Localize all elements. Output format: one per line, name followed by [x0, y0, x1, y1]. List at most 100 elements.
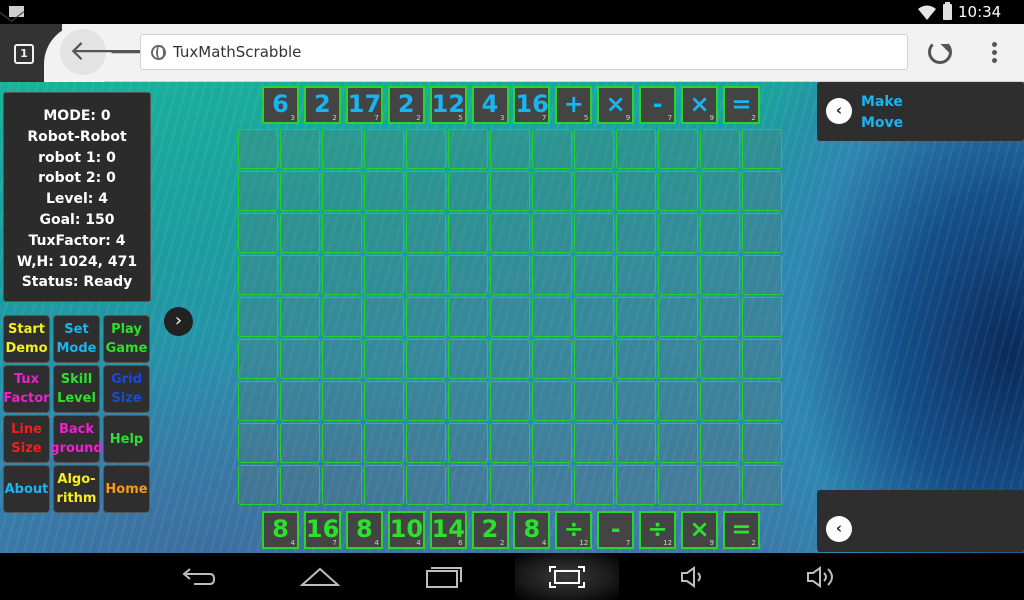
- board-cell[interactable]: [364, 339, 404, 379]
- board-cell[interactable]: [616, 255, 656, 295]
- board-cell[interactable]: [532, 171, 572, 211]
- board-cell[interactable]: [280, 255, 320, 295]
- board-cell[interactable]: [616, 171, 656, 211]
- board-cell[interactable]: [574, 465, 614, 505]
- board-cell[interactable]: [322, 129, 362, 169]
- board-cell[interactable]: [700, 381, 740, 421]
- tile[interactable]: =2: [723, 511, 760, 549]
- board-cell[interactable]: [742, 423, 782, 463]
- board-cell[interactable]: [574, 129, 614, 169]
- board-cell[interactable]: [280, 129, 320, 169]
- control-button-line-size[interactable]: Line Size: [3, 415, 50, 463]
- board-cell[interactable]: [448, 129, 488, 169]
- board-cell[interactable]: [532, 381, 572, 421]
- back-icon[interactable]: [180, 565, 216, 589]
- board-cell[interactable]: [406, 297, 446, 337]
- board-cell[interactable]: [238, 255, 278, 295]
- board-cell[interactable]: [364, 297, 404, 337]
- board-cell[interactable]: [406, 339, 446, 379]
- board-cell[interactable]: [448, 465, 488, 505]
- board-cell[interactable]: [448, 171, 488, 211]
- board-cell[interactable]: [406, 129, 446, 169]
- board-cell[interactable]: [742, 129, 782, 169]
- board-cell[interactable]: [364, 423, 404, 463]
- tile[interactable]: ×9: [681, 511, 718, 549]
- board-cell[interactable]: [742, 297, 782, 337]
- board-cell[interactable]: [448, 423, 488, 463]
- board-cell[interactable]: [658, 339, 698, 379]
- board-cell[interactable]: [658, 129, 698, 169]
- board-cell[interactable]: [574, 423, 614, 463]
- board-cell[interactable]: [364, 381, 404, 421]
- board-cell[interactable]: [238, 339, 278, 379]
- board-cell[interactable]: [238, 297, 278, 337]
- volume-up-icon[interactable]: [806, 565, 838, 589]
- board-cell[interactable]: [532, 465, 572, 505]
- board-cell[interactable]: [616, 213, 656, 253]
- board-cell[interactable]: [532, 255, 572, 295]
- board-cell[interactable]: [448, 255, 488, 295]
- control-button-about[interactable]: About: [3, 465, 50, 513]
- board-cell[interactable]: [658, 465, 698, 505]
- board-cell[interactable]: [406, 465, 446, 505]
- board-cell[interactable]: [406, 213, 446, 253]
- board-cell[interactable]: [280, 423, 320, 463]
- board-cell[interactable]: [322, 339, 362, 379]
- board-cell[interactable]: [280, 465, 320, 505]
- make-move-button[interactable]: Make Move: [861, 92, 903, 134]
- board-cell[interactable]: [532, 129, 572, 169]
- board-cell[interactable]: [574, 381, 614, 421]
- tile[interactable]: ×9: [597, 86, 634, 124]
- board-cell[interactable]: [574, 297, 614, 337]
- board-cell[interactable]: [742, 213, 782, 253]
- board-cell[interactable]: [364, 213, 404, 253]
- tile[interactable]: -7: [639, 86, 676, 124]
- board-cell[interactable]: [574, 339, 614, 379]
- tile[interactable]: 84: [513, 511, 550, 549]
- board-cell[interactable]: [406, 171, 446, 211]
- tile[interactable]: 167: [304, 511, 341, 549]
- tile[interactable]: 146: [430, 511, 467, 549]
- board-cell[interactable]: [616, 339, 656, 379]
- board-cell[interactable]: [406, 381, 446, 421]
- board-cell[interactable]: [280, 213, 320, 253]
- collapse-arrow-icon[interactable]: ‹: [826, 516, 852, 542]
- board-cell[interactable]: [700, 171, 740, 211]
- tile[interactable]: -7: [597, 511, 634, 549]
- board-cell[interactable]: [280, 297, 320, 337]
- reload-icon[interactable]: [928, 40, 952, 64]
- board-cell[interactable]: [616, 129, 656, 169]
- board-cell[interactable]: [364, 465, 404, 505]
- control-button-set-mode[interactable]: Set Mode: [53, 315, 100, 363]
- game-board[interactable]: [238, 129, 784, 505]
- control-button-algo-rithm[interactable]: Algo- rithm: [53, 465, 100, 513]
- board-cell[interactable]: [742, 339, 782, 379]
- tile[interactable]: 84: [346, 511, 383, 549]
- control-button-tux-factor[interactable]: Tux Factor: [3, 365, 50, 413]
- board-cell[interactable]: [616, 465, 656, 505]
- board-cell[interactable]: [700, 423, 740, 463]
- control-button-start-demo[interactable]: Start Demo: [3, 315, 50, 363]
- board-cell[interactable]: [322, 381, 362, 421]
- board-cell[interactable]: [280, 171, 320, 211]
- board-cell[interactable]: [742, 255, 782, 295]
- board-cell[interactable]: [238, 171, 278, 211]
- board-cell[interactable]: [700, 465, 740, 505]
- volume-down-icon[interactable]: [680, 565, 710, 589]
- board-cell[interactable]: [322, 213, 362, 253]
- board-cell[interactable]: [322, 465, 362, 505]
- screenshot-icon[interactable]: [548, 565, 586, 589]
- board-cell[interactable]: [532, 213, 572, 253]
- board-cell[interactable]: [490, 171, 530, 211]
- board-cell[interactable]: [448, 213, 488, 253]
- board-cell[interactable]: [238, 465, 278, 505]
- tile[interactable]: 177: [346, 86, 383, 124]
- board-cell[interactable]: [490, 297, 530, 337]
- board-cell[interactable]: [280, 381, 320, 421]
- board-cell[interactable]: [742, 465, 782, 505]
- board-cell[interactable]: [742, 171, 782, 211]
- board-cell[interactable]: [490, 423, 530, 463]
- tile[interactable]: 22: [388, 86, 425, 124]
- tile[interactable]: 84: [262, 511, 299, 549]
- menu-icon[interactable]: [992, 42, 997, 64]
